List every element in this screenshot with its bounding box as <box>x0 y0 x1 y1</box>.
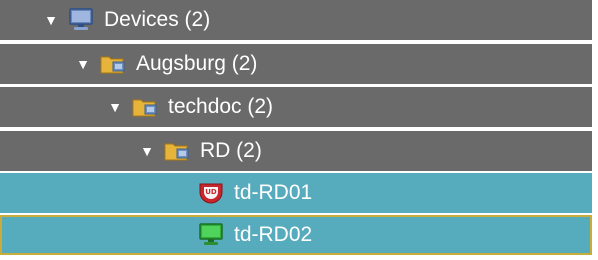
expand-arrow-icon[interactable]: ▼ <box>106 100 124 114</box>
expand-arrow-icon[interactable]: ▼ <box>138 144 156 158</box>
monitor-green-icon <box>198 223 224 247</box>
tree-node-label: RD (2) <box>200 139 262 162</box>
tree-row-devices[interactable]: ▼ Devices (2) <box>0 0 592 40</box>
svg-text:UD: UD <box>205 188 217 196</box>
tree-row-td-rd02[interactable]: td-RD02 <box>0 215 592 255</box>
folder-icon <box>100 52 126 76</box>
tree-node-label: td-RD01 <box>234 181 313 204</box>
expand-arrow-icon[interactable]: ▼ <box>42 13 60 27</box>
folder-icon <box>132 95 158 119</box>
tree-row-rd[interactable]: ▼ RD (2) <box>0 131 592 171</box>
expand-arrow-icon[interactable]: ▼ <box>74 57 92 71</box>
device-tree: ▼ Devices (2) ▼ Augsburg (2) ▼ techdoc (… <box>0 0 598 260</box>
monitor-icon <box>68 8 94 32</box>
tree-row-td-rd01[interactable]: UD td-RD01 <box>0 173 592 213</box>
ud-device-icon: UD <box>198 181 224 205</box>
tree-row-techdoc[interactable]: ▼ techdoc (2) <box>0 87 592 127</box>
tree-node-label: Augsburg (2) <box>136 52 258 75</box>
tree-node-label: td-RD02 <box>234 223 313 246</box>
folder-icon <box>164 139 190 163</box>
tree-node-label: Devices (2) <box>104 8 211 31</box>
tree-node-label: techdoc (2) <box>168 95 274 118</box>
tree-row-augsburg[interactable]: ▼ Augsburg (2) <box>0 44 592 84</box>
